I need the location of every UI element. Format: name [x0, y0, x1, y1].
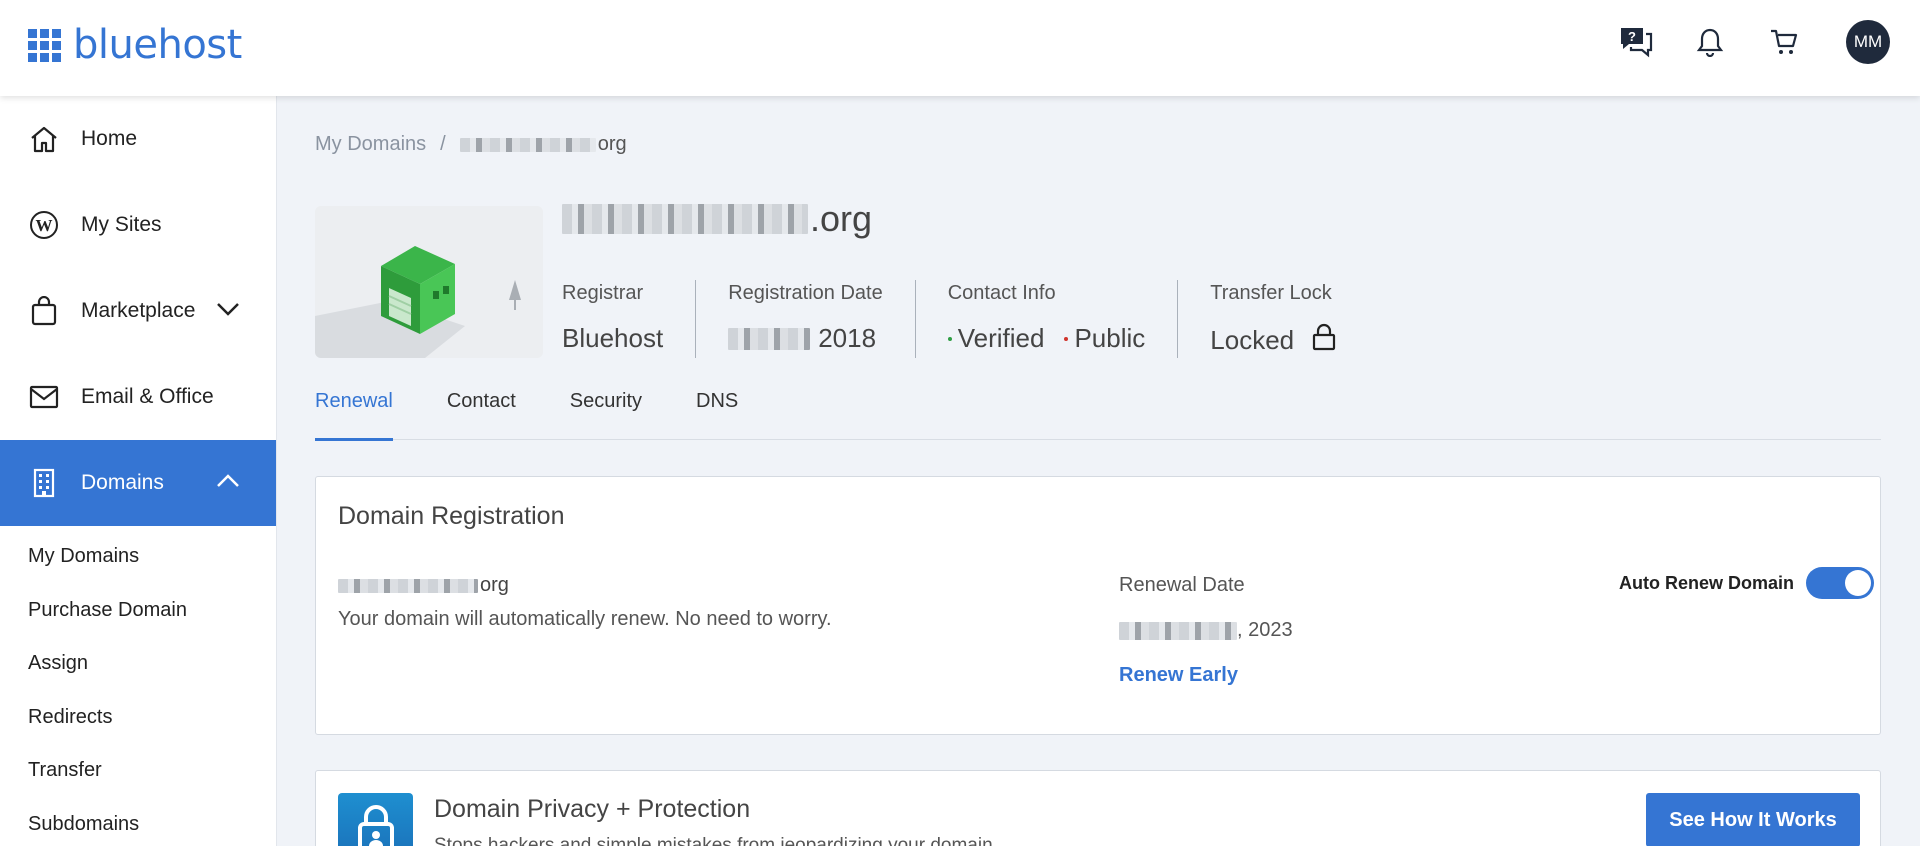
logo-grid-icon — [28, 28, 61, 62]
breadcrumb-root-link[interactable]: My Domains — [315, 133, 426, 156]
meta-label: Transfer Lock — [1210, 282, 1332, 304]
domain-tld: .org — [810, 198, 873, 239]
domain-privacy-card: Domain Privacy + Protection Stops hacker… — [315, 770, 1881, 846]
see-how-it-works-button[interactable]: See How It Works — [1646, 793, 1860, 846]
contact-public: Public — [1074, 323, 1146, 353]
breadcrumb-current: org — [597, 133, 627, 155]
redacted-text — [1119, 621, 1237, 640]
svg-text:W: W — [36, 216, 53, 235]
domains-submenu: My Domains Purchase Domain Assign Redire… — [0, 526, 276, 846]
privacy-lock-icon — [338, 793, 413, 846]
meta-label: Contact Info — [947, 282, 1056, 304]
domain-tabs: Renewal Contact Security DNS — [315, 390, 1881, 441]
renewal-year: , 2023 — [1237, 619, 1293, 641]
redacted-text — [459, 137, 596, 152]
auto-renew-control: Auto Renew Domain — [1619, 567, 1874, 599]
redacted-text — [728, 327, 811, 350]
sidebar-item-label: Marketplace — [81, 299, 196, 322]
domain-house-illustration — [315, 206, 543, 358]
meta-contact-info: Contact Info Verified Public — [947, 280, 1179, 358]
meta-label: Registration Date — [728, 282, 883, 304]
registration-domain-tld: org — [480, 574, 509, 596]
auto-renew-toggle[interactable] — [1806, 567, 1874, 599]
sidebar-subitem-assign[interactable]: Assign — [0, 651, 276, 705]
meta-label: Registrar — [562, 282, 644, 304]
wordpress-icon: W — [28, 209, 60, 241]
envelope-icon — [28, 381, 60, 413]
meta-registrar: Registrar Bluehost — [562, 280, 697, 358]
tab-dns[interactable]: DNS — [696, 390, 738, 440]
cart-icon[interactable] — [1764, 22, 1804, 62]
redacted-text — [338, 578, 478, 593]
tab-contact[interactable]: Contact — [447, 390, 516, 440]
building-icon — [28, 467, 60, 499]
privacy-title: Domain Privacy + Protection — [434, 795, 751, 823]
registration-domain: org — [338, 574, 509, 597]
main-content: My Domains / org .org Registrar Bluehost — [277, 96, 1920, 846]
chat-help-icon[interactable]: ? — [1616, 22, 1656, 62]
domain-meta: Registrar Bluehost Registration Date 201… — [562, 280, 1400, 358]
meta-registration-date: Registration Date 2018 — [728, 280, 916, 358]
lock-icon — [1312, 323, 1336, 358]
chevron-up-icon[interactable] — [216, 471, 240, 495]
sidebar-item-my-sites[interactable]: W My Sites — [0, 182, 276, 268]
domain-registration-card: Domain Registration org Your domain will… — [315, 476, 1881, 735]
meta-value: Bluehost — [562, 323, 664, 353]
redacted-text — [562, 204, 808, 234]
sidebar-item-email-office[interactable]: Email & Office — [0, 354, 276, 440]
logo-text: bluehost — [73, 22, 242, 68]
verified-dot-icon — [947, 336, 952, 341]
sidebar-item-home[interactable]: Home — [0, 96, 276, 182]
avatar[interactable]: MM — [1846, 20, 1890, 64]
registration-year: 2018 — [818, 323, 877, 353]
sidebar-subitem-transfer[interactable]: Transfer — [0, 758, 276, 812]
public-dot-icon — [1064, 336, 1069, 341]
breadcrumb: My Domains / org — [315, 133, 627, 156]
sidebar: Home W My Sites Marketplace Email & Offi… — [0, 96, 277, 846]
card-title: Domain Registration — [338, 502, 565, 530]
registration-description: Your domain will automatically renew. No… — [338, 608, 832, 630]
chevron-down-icon[interactable] — [216, 299, 240, 323]
home-icon — [28, 123, 60, 155]
meta-transfer-lock: Transfer Lock Locked — [1210, 280, 1368, 358]
renew-early-link[interactable]: Renew Early — [1119, 664, 1238, 687]
renewal-date-label: Renewal Date — [1119, 574, 1245, 596]
privacy-description: Stops hackers and simple mistakes from j… — [434, 835, 998, 846]
domain-title: .org — [562, 198, 872, 240]
meta-value: Verified Public — [947, 323, 1146, 354]
tab-security[interactable]: Security — [570, 390, 642, 440]
renewal-date-value: , 2023 — [1119, 619, 1293, 642]
sidebar-subitem-redirects[interactable]: Redirects — [0, 705, 276, 759]
contact-verified: Verified — [957, 323, 1045, 353]
transfer-lock-value: Locked — [1210, 325, 1295, 355]
bell-icon[interactable] — [1690, 22, 1730, 62]
sidebar-subitem-purchase-domain[interactable]: Purchase Domain — [0, 598, 276, 652]
sidebar-subitem-subdomains[interactable]: Subdomains — [0, 812, 276, 846]
sidebar-subitem-my-domains[interactable]: My Domains — [0, 544, 276, 598]
meta-value: 2018 — [728, 323, 883, 354]
sidebar-item-domains[interactable]: Domains — [0, 440, 276, 526]
sidebar-item-label: My Sites — [81, 213, 162, 236]
shopping-bag-icon — [28, 295, 60, 327]
tab-renewal[interactable]: Renewal — [315, 390, 393, 441]
sidebar-item-marketplace[interactable]: Marketplace — [0, 268, 276, 354]
sidebar-item-label: Home — [81, 127, 138, 150]
top-header: bluehost ? MM — [0, 0, 1920, 96]
sidebar-item-label: Email & Office — [81, 385, 214, 408]
sidebar-item-label: Domains — [81, 471, 164, 494]
meta-value: Locked — [1210, 323, 1336, 358]
auto-renew-label: Auto Renew Domain — [1618, 572, 1794, 593]
breadcrumb-separator: / — [440, 133, 446, 155]
svg-text:?: ? — [1628, 29, 1636, 44]
bluehost-logo[interactable]: bluehost — [28, 22, 242, 68]
